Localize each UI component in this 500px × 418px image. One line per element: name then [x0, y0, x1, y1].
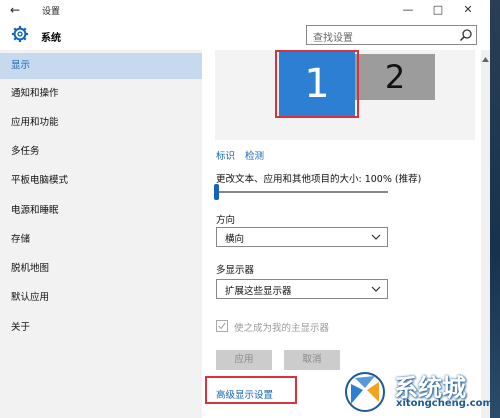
search-icon[interactable] [459, 28, 473, 42]
identify-link[interactable]: 标识 [216, 148, 235, 162]
title-bar: ← 设置 — □ ✕ [0, 0, 490, 22]
sidebar-item-display[interactable]: 显示 [0, 53, 202, 79]
orientation-label: 方向 [216, 215, 236, 226]
monitor-2[interactable]: 2 [355, 54, 435, 100]
sidebar-item-default-apps[interactable]: 默认应用 [0, 285, 202, 311]
highlight-box-advanced-link [205, 376, 297, 404]
window-title: 设置 [42, 7, 61, 17]
gear-icon [11, 25, 29, 43]
monitor-preview-area: 1 2 [215, 50, 475, 140]
main-display-checkbox-label: 使之成为我的主显示器 [234, 323, 330, 334]
detect-link[interactable]: 检测 [245, 148, 264, 162]
watermark-logo-icon [345, 372, 385, 412]
settings-window: ← 设置 — □ ✕ 系统 查找设置 显示 通知和操作 应用和功能 多任务 平板… [0, 0, 493, 418]
sidebar-item-storage[interactable]: 存储 [0, 227, 202, 253]
close-button[interactable]: ✕ [458, 2, 478, 18]
highlight-box-monitor [275, 50, 359, 118]
sidebar-item-apps-features[interactable]: 应用和功能 [0, 110, 202, 136]
scrollbar[interactable] [481, 50, 490, 418]
orientation-value: 横向 [225, 234, 245, 245]
sidebar-item-about[interactable]: 关于 [0, 315, 202, 341]
scale-slider-track[interactable] [216, 191, 388, 193]
sidebar-item-power-sleep[interactable]: 电源和睡眠 [0, 198, 202, 224]
orientation-select[interactable]: 横向 [216, 227, 388, 247]
checkmark-icon [218, 322, 226, 330]
sidebar-item-offline-maps[interactable]: 脱机地图 [0, 256, 202, 282]
sidebar-item-multitasking[interactable]: 多任务 [0, 139, 202, 165]
maximize-button[interactable]: □ [428, 2, 448, 18]
scroll-up-arrow-icon[interactable] [481, 56, 490, 64]
search-input[interactable]: 查找设置 [306, 25, 477, 45]
sidebar: 显示 通知和操作 应用和功能 多任务 平板电脑模式 电源和睡眠 存储 脱机地图 … [0, 50, 202, 418]
watermark-url: xitongcheng.com [396, 398, 493, 409]
multi-display-label: 多显示器 [216, 265, 255, 276]
search-placeholder: 查找设置 [313, 33, 353, 44]
section-title: 系统 [41, 33, 61, 44]
cancel-button[interactable]: 取消 [284, 350, 340, 370]
chevron-down-icon [371, 234, 381, 240]
chevron-down-icon [371, 286, 381, 292]
minimize-button[interactable]: — [398, 2, 418, 18]
desktop-background [490, 0, 500, 418]
main-display-checkbox[interactable] [216, 320, 228, 332]
sidebar-item-notifications[interactable]: 通知和操作 [0, 81, 202, 107]
settings-header: 系统 查找设置 [0, 22, 490, 48]
apply-button[interactable]: 应用 [216, 350, 272, 370]
display-settings-panel: 1 2 标识 检测 更改文本、应用和其他项目的大小: 100% (推荐) 方向 … [202, 50, 490, 418]
multi-display-select[interactable]: 扩展这些显示器 [216, 279, 388, 299]
multi-display-value: 扩展这些显示器 [225, 286, 292, 297]
scale-slider-thumb[interactable] [214, 184, 219, 200]
scale-label: 更改文本、应用和其他项目的大小: 100% (推荐) [216, 174, 422, 185]
back-arrow-icon[interactable]: ← [10, 3, 24, 17]
sidebar-item-tablet-mode[interactable]: 平板电脑模式 [0, 168, 202, 194]
